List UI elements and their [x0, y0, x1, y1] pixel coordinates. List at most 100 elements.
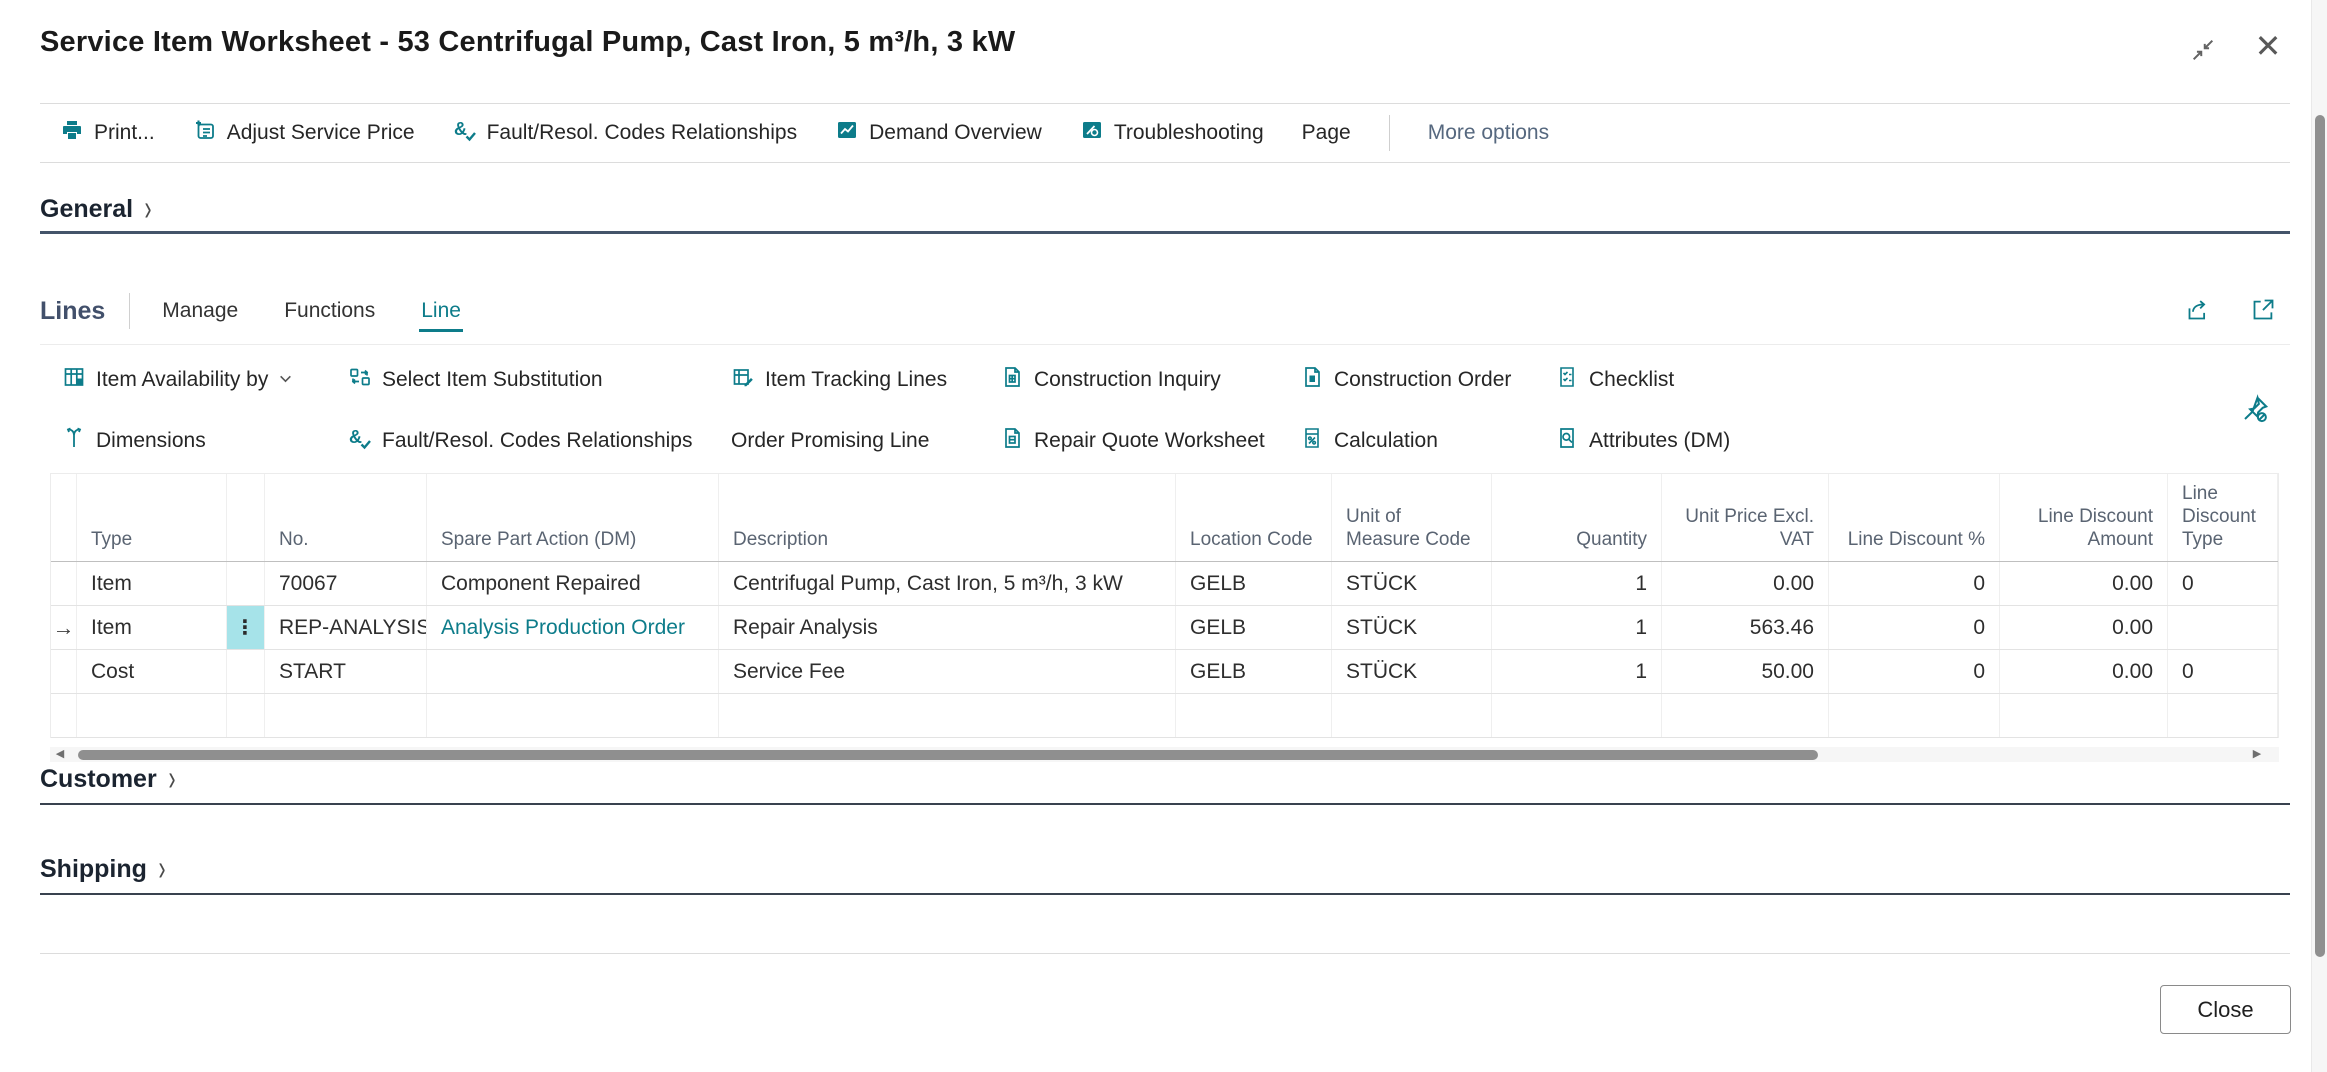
row-selector-cell[interactable] [51, 562, 77, 605]
fault-resolution-codes-button[interactable]: & Fault/Resol. Codes Relationships [453, 118, 798, 148]
horizontal-scrollbar[interactable]: ◀ ▶ [50, 747, 2279, 762]
cell-unit-of-measure[interactable] [1332, 694, 1492, 737]
column-header-unit-price[interactable]: Unit Price Excl. VAT [1662, 474, 1829, 561]
column-header-unit-of-measure-code[interactable]: Unit of Measure Code [1332, 474, 1492, 561]
select-item-substitution-button[interactable]: Select Item Substitution [348, 364, 603, 396]
repair-quote-worksheet-button[interactable]: Repair Quote Worksheet [1000, 425, 1265, 457]
tab-manage[interactable]: Manage [160, 291, 240, 332]
column-header-line-discount-pct[interactable]: Line Discount % [1829, 474, 2000, 561]
cell-line-discount-pct[interactable]: 0 [1829, 562, 2000, 605]
close-icon[interactable]: ✕ [2246, 24, 2290, 68]
close-button[interactable]: Close [2160, 985, 2291, 1034]
cell-unit-price[interactable]: 50.00 [1662, 650, 1829, 693]
attributes-dm-button[interactable]: Attributes (DM) [1555, 425, 1730, 457]
cell-line-discount-amount[interactable]: 0.00 [2000, 606, 2168, 649]
cell-quantity[interactable]: 1 [1492, 562, 1662, 605]
cell-unit-price[interactable]: 563.46 [1662, 606, 1829, 649]
adjust-service-price-button[interactable]: Adjust Service Price [193, 118, 415, 148]
vertical-scrollbar-thumb[interactable] [2315, 115, 2325, 957]
cell-unit-price[interactable] [1662, 694, 1829, 737]
scroll-right-icon[interactable]: ▶ [2249, 747, 2265, 762]
vertical-scrollbar[interactable] [2311, 0, 2327, 1072]
column-header-location-code[interactable]: Location Code [1176, 474, 1332, 561]
cell-location-code[interactable]: GELB [1176, 562, 1332, 605]
section-shipping[interactable]: Shipping › [40, 852, 167, 886]
column-header-description[interactable]: Description [719, 474, 1176, 561]
row-menu-button[interactable]: ⋮ [227, 606, 265, 649]
column-header-type[interactable]: Type [77, 474, 227, 561]
cell-unit-of-measure[interactable]: STÜCK [1332, 606, 1492, 649]
cell-type[interactable] [77, 694, 227, 737]
order-promising-line-button[interactable]: Order Promising Line [731, 425, 929, 457]
cell-no[interactable]: 70067 [265, 562, 427, 605]
cell-unit-of-measure[interactable]: STÜCK [1332, 650, 1492, 693]
item-availability-by-button[interactable]: Item Availability by [62, 364, 293, 396]
cell-line-discount-amount[interactable] [2000, 694, 2168, 737]
cell-line-discount-amount[interactable]: 0.00 [2000, 650, 2168, 693]
cell-description[interactable]: Centrifugal Pump, Cast Iron, 5 m³/h, 3 k… [719, 562, 1176, 605]
column-header-line-discount-amount[interactable]: Line Discount Amount [2000, 474, 2168, 561]
cell-description[interactable]: Repair Analysis [719, 606, 1176, 649]
row-menu-cell[interactable] [227, 562, 265, 605]
fault-resolution-codes-line-button[interactable]: & Fault/Resol. Codes Relationships [348, 425, 693, 457]
horizontal-scrollbar-thumb[interactable] [78, 750, 1818, 760]
dimensions-button[interactable]: Dimensions [62, 425, 206, 457]
cell-quantity[interactable]: 1 [1492, 606, 1662, 649]
row-selector-cell[interactable] [51, 694, 77, 737]
cell-quantity[interactable] [1492, 694, 1662, 737]
section-general[interactable]: General › [40, 192, 153, 226]
cell-no[interactable]: REP-ANALYSIS [265, 606, 427, 649]
cell-spare-part-action-link[interactable]: Analysis Production Order [427, 606, 719, 649]
cell-location-code[interactable] [1176, 694, 1332, 737]
cell-line-discount-type[interactable]: 0 [2168, 562, 2278, 605]
cell-location-code[interactable]: GELB [1176, 650, 1332, 693]
tab-line[interactable]: Line [419, 291, 463, 332]
share-icon[interactable] [2185, 296, 2212, 326]
cell-line-discount-amount[interactable]: 0.00 [2000, 562, 2168, 605]
column-header-spare-part-action[interactable]: Spare Part Action (DM) [427, 474, 719, 561]
cell-spare-part-action[interactable] [427, 650, 719, 693]
construction-inquiry-button[interactable]: Construction Inquiry [1000, 364, 1221, 396]
page-menu-button[interactable]: Page [1302, 121, 1351, 145]
cell-line-discount-type[interactable] [2168, 606, 2278, 649]
cell-unit-price[interactable]: 0.00 [1662, 562, 1829, 605]
section-customer[interactable]: Customer › [40, 762, 177, 796]
cell-line-discount-pct[interactable]: 0 [1829, 650, 2000, 693]
print-button[interactable]: Print... [60, 118, 155, 148]
current-row-arrow: → [51, 606, 77, 649]
construction-order-button[interactable]: Construction Order [1300, 364, 1511, 396]
column-header-quantity[interactable]: Quantity [1492, 474, 1662, 561]
cell-type[interactable]: Item [77, 562, 227, 605]
row-selector-cell[interactable] [51, 650, 77, 693]
column-header-line-discount-type[interactable]: Line Discount Type [2168, 474, 2278, 561]
tab-functions[interactable]: Functions [282, 291, 377, 332]
cell-line-discount-type[interactable]: 0 [2168, 650, 2278, 693]
row-menu-cell[interactable] [227, 650, 265, 693]
item-tracking-lines-button[interactable]: Item Tracking Lines [731, 364, 947, 396]
calculation-button[interactable]: Calculation [1300, 425, 1438, 457]
unpin-icon[interactable] [2240, 394, 2270, 427]
column-header-no[interactable]: No. [265, 474, 427, 561]
cell-type[interactable]: Cost [77, 650, 227, 693]
cell-no[interactable] [265, 694, 427, 737]
cell-unit-of-measure[interactable]: STÜCK [1332, 562, 1492, 605]
scroll-left-icon[interactable]: ◀ [52, 747, 68, 762]
cell-location-code[interactable]: GELB [1176, 606, 1332, 649]
troubleshooting-button[interactable]: Troubleshooting [1080, 118, 1264, 148]
cell-quantity[interactable]: 1 [1492, 650, 1662, 693]
cell-line-discount-pct[interactable] [1829, 694, 2000, 737]
open-in-new-window-icon[interactable] [2250, 296, 2277, 326]
cell-description[interactable]: Service Fee [719, 650, 1176, 693]
row-menu-cell[interactable] [227, 694, 265, 737]
cell-spare-part-action[interactable]: Component Repaired [427, 562, 719, 605]
cell-type[interactable]: Item [77, 606, 227, 649]
cell-no[interactable]: START [265, 650, 427, 693]
checklist-button[interactable]: Checklist [1555, 364, 1674, 396]
collapse-window-icon[interactable] [2188, 36, 2218, 66]
cell-description[interactable] [719, 694, 1176, 737]
demand-overview-button[interactable]: Demand Overview [835, 118, 1042, 148]
cell-spare-part-action[interactable] [427, 694, 719, 737]
cell-line-discount-pct[interactable]: 0 [1829, 606, 2000, 649]
more-options-button[interactable]: More options [1428, 121, 1549, 145]
cell-line-discount-type[interactable] [2168, 694, 2278, 737]
